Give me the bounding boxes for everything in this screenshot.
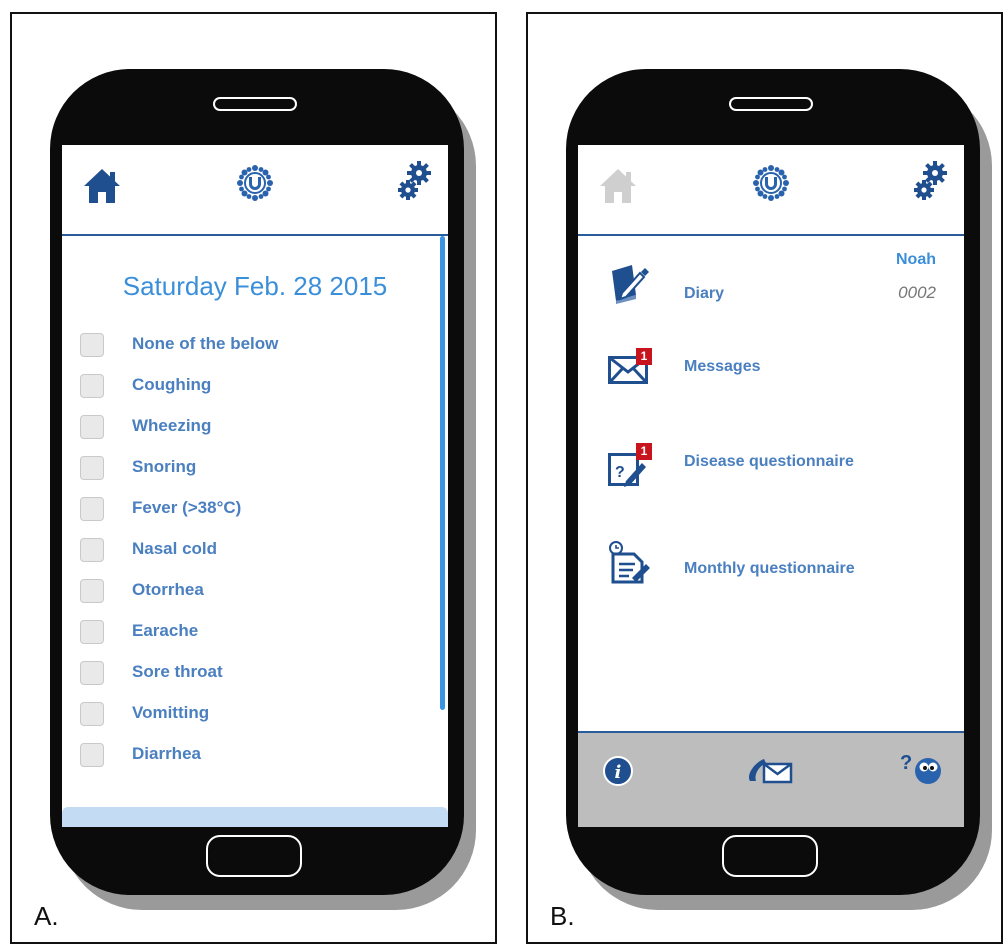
home-icon[interactable] xyxy=(82,167,122,210)
menu-item-disease-questionnaire[interactable]: ? 1 Disease questionnaire xyxy=(578,443,964,503)
phone-home-button xyxy=(722,835,818,877)
menu-item-monthly-questionnaire[interactable]: Monthly questionnaire xyxy=(578,540,964,600)
menu-label: Disease questionnaire xyxy=(684,453,854,470)
notification-badge: 1 xyxy=(636,443,652,460)
symptom-checkbox[interactable] xyxy=(80,456,104,480)
symptom-label: Coughing xyxy=(132,375,212,394)
symptom-label: Otorrhea xyxy=(132,580,204,599)
scrollbar[interactable] xyxy=(440,236,445,710)
symptom-checkbox[interactable] xyxy=(80,702,104,726)
symptom-label: Nasal cold xyxy=(132,539,218,558)
phone-a: Saturday Feb. 28 2015 None of the below … xyxy=(50,69,464,895)
diary-book-pen-icon xyxy=(608,263,652,310)
phone-speaker xyxy=(213,97,297,111)
symptom-checkbox[interactable] xyxy=(80,620,104,644)
symptom-label: None of the below xyxy=(132,334,279,353)
svg-text:?: ? xyxy=(615,464,625,481)
phone-speaker xyxy=(729,97,813,111)
panel-label: B. xyxy=(550,901,575,931)
logo-flower-u-icon[interactable] xyxy=(235,163,275,208)
app-header xyxy=(578,145,964,236)
settings-gears-icon[interactable] xyxy=(398,161,432,206)
symptom-checkbox[interactable] xyxy=(80,579,104,603)
symptom-label: Vomitting xyxy=(132,703,210,722)
symptom-checkbox[interactable] xyxy=(80,333,104,357)
notification-badge: 1 xyxy=(636,348,652,365)
help-character-icon[interactable]: ? xyxy=(900,749,946,792)
settings-gears-icon[interactable] xyxy=(914,161,948,206)
info-icon[interactable]: i xyxy=(602,755,634,792)
symptom-checkbox[interactable] xyxy=(80,415,104,439)
page-title: Saturday Feb. 28 2015 xyxy=(122,271,388,301)
screen-a: Saturday Feb. 28 2015 None of the below … xyxy=(62,145,448,827)
phone-home-button xyxy=(206,835,302,877)
symptom-checkbox[interactable] xyxy=(80,538,104,562)
panel-b: Noah 0002 Diary 1 Messages ? 1 Disease q… xyxy=(526,12,1003,944)
symptom-label: Earache xyxy=(132,621,199,640)
menu-label: Monthly questionnaire xyxy=(684,560,855,577)
menu-item-diary[interactable]: Diary xyxy=(578,263,964,323)
symptom-checkbox[interactable] xyxy=(80,374,104,398)
symptom-checkbox[interactable] xyxy=(80,497,104,521)
panel-a: Saturday Feb. 28 2015 None of the below … xyxy=(10,12,497,944)
symptom-label: Wheezing xyxy=(132,416,212,435)
menu-label: Messages xyxy=(684,358,761,375)
symptom-label: Fever (>38°C) xyxy=(132,498,242,517)
symptom-label: Snoring xyxy=(132,457,197,476)
svg-text:?: ? xyxy=(900,752,912,774)
bottom-action-bar[interactable] xyxy=(62,807,448,827)
symptom-label: Sore throat xyxy=(132,662,223,681)
contact-mail-icon[interactable] xyxy=(742,755,794,790)
logo-flower-u-icon[interactable] xyxy=(751,163,791,208)
monthly-document-icon xyxy=(608,540,652,589)
symptom-label: Diarrhea xyxy=(132,744,201,763)
phone-b: Noah 0002 Diary 1 Messages ? 1 Disease q… xyxy=(566,69,980,895)
screen-b: Noah 0002 Diary 1 Messages ? 1 Disease q… xyxy=(578,145,964,827)
svg-text:i: i xyxy=(615,762,622,783)
app-header xyxy=(62,145,448,236)
home-icon[interactable] xyxy=(598,167,638,210)
menu-item-messages[interactable]: 1 Messages xyxy=(578,348,964,408)
app-footer: i ? xyxy=(578,731,964,827)
menu-label: Diary xyxy=(684,285,725,302)
symptom-checkbox[interactable] xyxy=(80,661,104,685)
panel-label: A. xyxy=(34,901,59,931)
symptom-checkbox[interactable] xyxy=(80,743,104,767)
